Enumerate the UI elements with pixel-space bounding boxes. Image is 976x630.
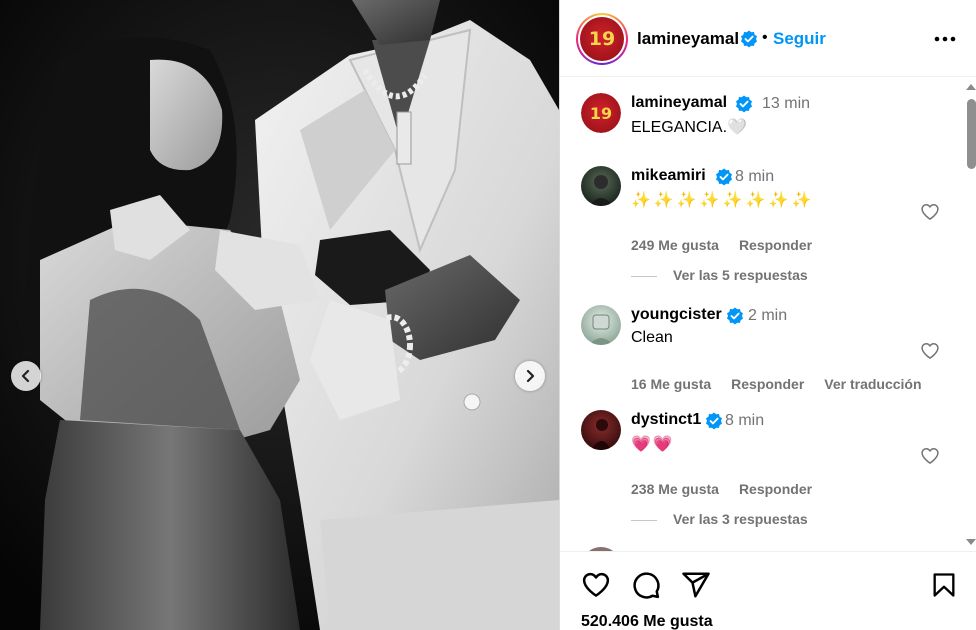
chevron-left-icon [21, 369, 30, 383]
comment-meta: 249 Me gusta Responder [631, 237, 832, 253]
see-translation-button[interactable]: Ver traducción [824, 376, 921, 392]
verified-badge-icon [736, 95, 752, 113]
caption-time: 13 min [762, 95, 811, 112]
comment-text: Clean [631, 329, 673, 346]
view-replies-button[interactable]: Ver las 5 respuestas [631, 267, 808, 283]
scrollbar-thumb[interactable] [967, 99, 976, 169]
avatar-jersey-number: 19 [588, 28, 616, 50]
avatar-photo [589, 314, 613, 345]
view-replies-label: Ver las 3 respuestas [673, 511, 808, 527]
caption-author[interactable]: lamineyamal [631, 94, 727, 112]
post-photo [0, 0, 559, 630]
avatar-jersey: 19 [581, 93, 621, 133]
heart-icon[interactable] [920, 202, 940, 222]
comment-avatar[interactable] [581, 410, 621, 450]
post-media[interactable] [0, 0, 559, 630]
author-username[interactable]: lamineyamal [637, 29, 739, 49]
comment-time: 8 min [735, 168, 775, 185]
comment-author[interactable]: dystinct1 [631, 411, 701, 429]
comment-avatar[interactable] [581, 305, 621, 345]
avatar-photo [591, 419, 611, 450]
caption-avatar[interactable]: 19 [581, 93, 621, 133]
comment-author[interactable]: mikeamiri [631, 167, 706, 185]
bookmark-icon[interactable] [930, 570, 958, 600]
post-likes-count[interactable]: 520.406 Me gusta [581, 613, 713, 630]
comment-meta: 238 Me gusta Responder [631, 481, 832, 497]
chevron-right-icon [526, 369, 535, 383]
comment-author[interactable]: youngcister [631, 306, 722, 324]
reply-button[interactable]: Responder [731, 376, 804, 392]
scroll-down-arrow[interactable] [966, 539, 976, 545]
replies-divider [631, 275, 657, 277]
avatar-jersey-number: 19 [589, 103, 613, 123]
comment-time: 2 min [748, 307, 788, 324]
comment-meta: 16 Me gusta Responder Ver traducción [631, 376, 942, 392]
verified-badge-icon [741, 30, 757, 48]
verified-badge-icon [727, 307, 743, 325]
post-header: 19 lamineyamal • Seguir [560, 0, 976, 77]
reply-button[interactable]: Responder [739, 237, 812, 253]
comment-likes[interactable]: 249 Me gusta [631, 237, 719, 253]
comment-time: 8 min [725, 412, 765, 429]
comments-list[interactable]: 19 lamineyamal 13 min ELEGANCIA.🤍 mikeam… [560, 77, 976, 551]
comments-scrollbar[interactable] [963, 77, 976, 551]
replies-divider [631, 519, 657, 521]
author-avatar-ring[interactable]: 19 [576, 13, 628, 65]
verified-badge-icon [706, 412, 722, 430]
comment-text: 💗💗 [631, 436, 675, 453]
comment-likes[interactable]: 16 Me gusta [631, 376, 711, 392]
comment-text: ✨✨✨✨✨✨✨✨ [631, 192, 815, 209]
follow-button[interactable]: Seguir [773, 29, 826, 49]
share-icon[interactable] [681, 570, 711, 600]
reply-button[interactable]: Responder [739, 481, 812, 497]
avatar-photo [589, 175, 613, 206]
header-separator: • [762, 29, 768, 46]
carousel-next-button[interactable] [515, 361, 545, 391]
verified-badge-icon [716, 168, 732, 186]
more-horizontal-icon [934, 36, 956, 42]
comment-avatar[interactable] [581, 166, 621, 206]
view-replies-label: Ver las 5 respuestas [673, 267, 808, 283]
more-options-button[interactable] [930, 24, 960, 54]
author-avatar: 19 [580, 17, 624, 61]
scroll-up-arrow[interactable] [966, 84, 976, 90]
post-side-panel: 19 lamineyamal • Seguir 19 lamineyamal 1… [559, 0, 976, 630]
post-actions: 520.406 Me gusta [560, 551, 976, 630]
heart-icon[interactable] [581, 570, 611, 600]
heart-icon[interactable] [920, 446, 940, 466]
heart-icon[interactable] [920, 341, 940, 361]
caption-text: ELEGANCIA.🤍 [631, 119, 747, 136]
view-replies-button[interactable]: Ver las 3 respuestas [631, 511, 808, 527]
comment-likes[interactable]: 238 Me gusta [631, 481, 719, 497]
comment-icon[interactable] [631, 570, 661, 600]
carousel-prev-button[interactable] [11, 361, 41, 391]
